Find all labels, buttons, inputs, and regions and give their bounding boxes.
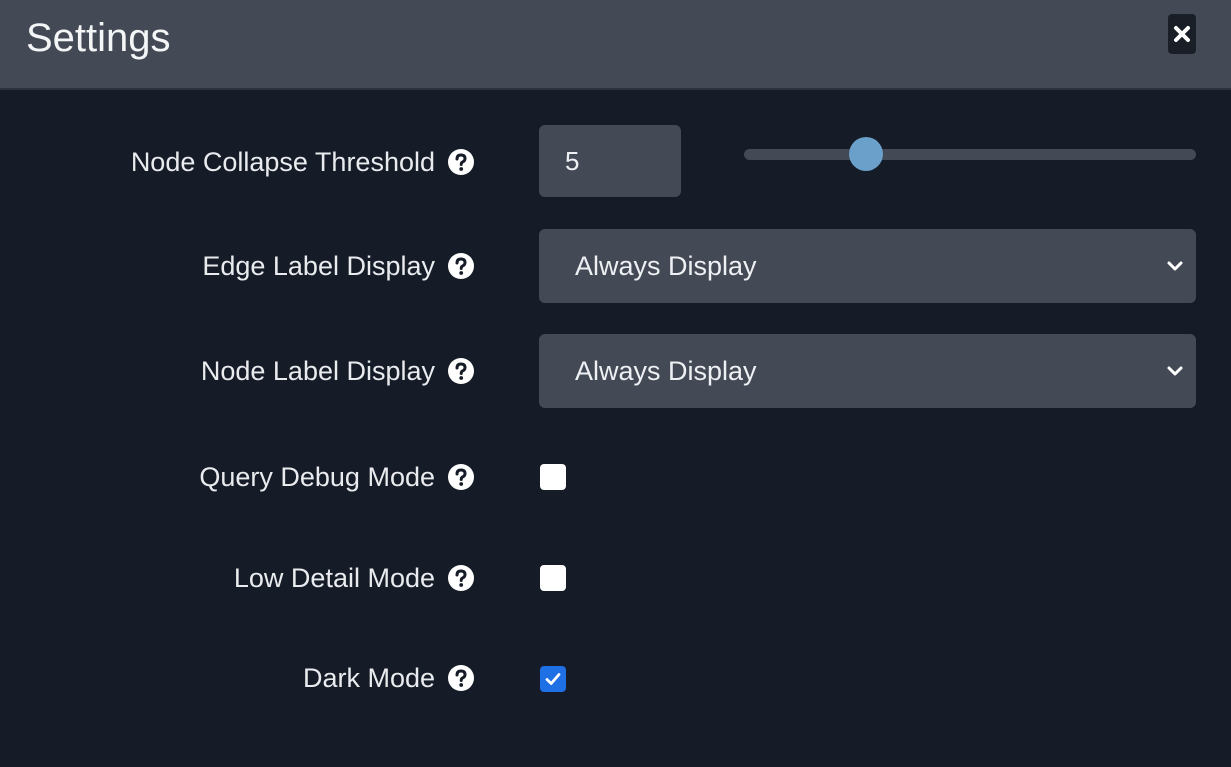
query-debug-mode-label: Query Debug Mode <box>199 461 435 492</box>
node-label-display-label: Node Label Display <box>200 355 435 386</box>
edge-label-display-value: Always Display <box>575 250 757 281</box>
low-detail-mode-checkbox[interactable] <box>540 565 566 591</box>
question-circle-icon[interactable] <box>447 252 475 280</box>
label-group: Query Debug Mode <box>199 440 475 514</box>
question-circle-icon[interactable] <box>447 564 475 592</box>
question-circle-icon[interactable] <box>447 664 475 692</box>
query-debug-mode-checkbox[interactable] <box>540 464 566 490</box>
dialog-header: Settings <box>0 0 1231 90</box>
question-circle-icon[interactable] <box>447 463 475 491</box>
question-circle-icon[interactable] <box>447 357 475 385</box>
setting-edge-label-display: Edge Label Display Always Display <box>0 229 1231 303</box>
dialog-title: Settings <box>26 16 171 60</box>
edge-label-display-select[interactable]: Always Display <box>539 229 1196 303</box>
setting-query-debug-mode: Query Debug Mode <box>0 440 1231 514</box>
edge-label-display-label: Edge Label Display <box>202 250 435 281</box>
chevron-down-icon <box>1167 366 1183 376</box>
dark-mode-label: Dark Mode <box>302 662 435 693</box>
setting-dark-mode: Dark Mode <box>0 641 1231 715</box>
node-label-display-value: Always Display <box>575 355 757 386</box>
node-label-display-select[interactable]: Always Display <box>539 334 1196 408</box>
close-button[interactable] <box>1168 14 1196 54</box>
slider-thumb[interactable] <box>849 137 884 171</box>
dark-mode-checkbox[interactable] <box>540 666 566 692</box>
question-circle-icon[interactable] <box>447 148 475 176</box>
low-detail-mode-label: Low Detail Mode <box>233 562 435 593</box>
close-icon <box>1174 26 1190 42</box>
node-collapse-threshold-label: Node Collapse Threshold <box>130 146 435 177</box>
label-group: Edge Label Display <box>202 229 475 303</box>
setting-node-collapse-threshold: Node Collapse Threshold <box>0 125 1231 199</box>
check-icon <box>545 673 561 685</box>
node-collapse-threshold-input[interactable] <box>539 125 681 197</box>
label-group: Node Label Display <box>201 334 475 408</box>
node-collapse-threshold-slider[interactable] <box>744 125 1196 185</box>
setting-low-detail-mode: Low Detail Mode <box>0 541 1231 615</box>
label-group: Low Detail Mode <box>234 541 475 615</box>
label-group: Node Collapse Threshold <box>131 125 475 199</box>
label-group: Dark Mode <box>303 641 475 715</box>
setting-node-label-display: Node Label Display Always Display <box>0 334 1231 408</box>
chevron-down-icon <box>1167 261 1183 271</box>
slider-track <box>744 149 1196 160</box>
